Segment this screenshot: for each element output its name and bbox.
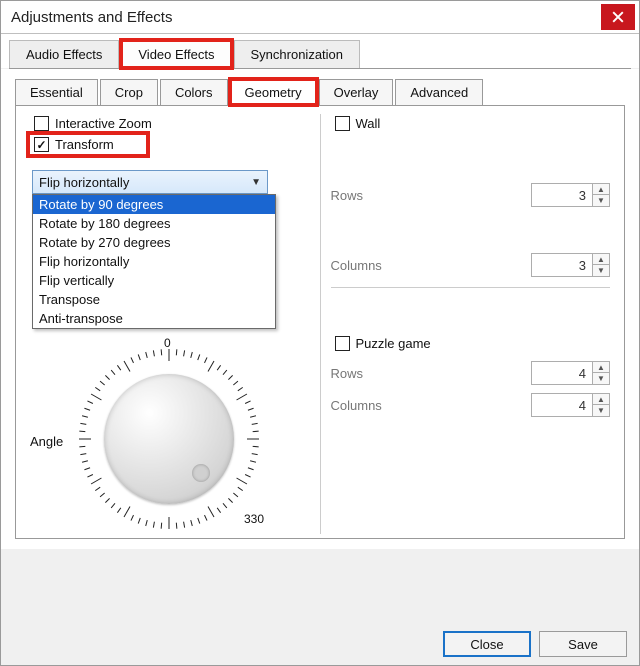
wall-columns-spin[interactable]: 3 ▲▼ xyxy=(531,253,610,277)
transform-combo[interactable]: Flip horizontally ▼ Rotate by 90 degrees… xyxy=(32,170,268,194)
interactive-zoom-row[interactable]: Interactive Zoom xyxy=(30,114,310,133)
transform-row[interactable]: Transform xyxy=(30,135,146,154)
transform-option[interactable]: Anti-transpose xyxy=(33,309,275,328)
puzzle-columns-value[interactable]: 4 xyxy=(532,398,592,413)
puzzle-rows-spin[interactable]: 4 ▲▼ xyxy=(531,361,610,385)
dial-knob[interactable] xyxy=(104,374,234,504)
spin-down-icon[interactable]: ▼ xyxy=(593,405,609,416)
subtab-crop[interactable]: Crop xyxy=(100,79,158,105)
main-tabstrip: Audio Effects Video Effects Synchronizat… xyxy=(1,34,639,68)
spin-down-icon[interactable]: ▼ xyxy=(593,373,609,384)
window-close-button[interactable] xyxy=(601,4,635,30)
subtab-essential[interactable]: Essential xyxy=(15,79,98,105)
subtab-geometry[interactable]: Geometry xyxy=(230,79,317,105)
transform-checkbox[interactable] xyxy=(34,137,49,152)
angle-dial[interactable]: 0 330 xyxy=(74,344,264,534)
transform-option[interactable]: Flip horizontally xyxy=(33,252,275,271)
wall-rows-spin[interactable]: 3 ▲▼ xyxy=(531,183,610,207)
close-button[interactable]: Close xyxy=(443,631,531,657)
wall-columns-value[interactable]: 3 xyxy=(532,258,592,273)
adjustments-effects-window: Adjustments and Effects Audio Effects Vi… xyxy=(0,0,640,666)
titlebar: Adjustments and Effects xyxy=(1,1,639,33)
wall-rows-label: Rows xyxy=(331,188,364,203)
spin-up-icon[interactable]: ▲ xyxy=(593,184,609,195)
tab-synchronization[interactable]: Synchronization xyxy=(234,40,361,68)
puzzle-row[interactable]: Puzzle game xyxy=(331,334,611,353)
wall-checkbox[interactable] xyxy=(335,116,350,131)
puzzle-label: Puzzle game xyxy=(356,336,431,351)
dial-indicator xyxy=(192,464,210,482)
transform-label: Transform xyxy=(55,137,114,152)
tab-audio-effects[interactable]: Audio Effects xyxy=(9,40,119,68)
puzzle-columns-field: Columns 4 ▲▼ xyxy=(331,393,611,417)
interactive-zoom-label: Interactive Zoom xyxy=(55,116,152,131)
save-button[interactable]: Save xyxy=(539,631,627,657)
transform-combo-box[interactable]: Flip horizontally ▼ xyxy=(32,170,268,194)
spin-down-icon[interactable]: ▼ xyxy=(593,265,609,276)
video-effects-subtabs: Essential Crop Colors Geometry Overlay A… xyxy=(1,69,639,106)
close-icon xyxy=(612,11,624,23)
subtab-advanced[interactable]: Advanced xyxy=(395,79,483,105)
chevron-down-icon: ▼ xyxy=(251,177,261,188)
transform-option[interactable]: Rotate by 180 degrees xyxy=(33,214,275,233)
wall-rows-value[interactable]: 3 xyxy=(532,188,592,203)
puzzle-columns-label: Columns xyxy=(331,398,382,413)
puzzle-rows-label: Rows xyxy=(331,366,364,381)
wall-columns-label: Columns xyxy=(331,258,382,273)
geometry-right-column: Wall Rows 3 ▲▼ Columns 3 ▲▼ xyxy=(320,114,611,534)
transform-combo-value: Flip horizontally xyxy=(39,175,129,190)
puzzle-rows-field: Rows 4 ▲▼ xyxy=(331,361,611,385)
transform-option[interactable]: Rotate by 90 degrees xyxy=(33,195,275,214)
wall-label: Wall xyxy=(356,116,381,131)
geometry-left-column: Interactive Zoom Transform Flip horizont… xyxy=(30,114,310,534)
rotate-angle-area: Angle 0 330 xyxy=(30,344,310,534)
puzzle-rows-value[interactable]: 4 xyxy=(532,366,592,381)
spin-up-icon[interactable]: ▲ xyxy=(593,254,609,265)
transform-option[interactable]: Rotate by 270 degrees xyxy=(33,233,275,252)
subtab-overlay[interactable]: Overlay xyxy=(319,79,394,105)
transform-option[interactable]: Transpose xyxy=(33,290,275,309)
geometry-panel: Interactive Zoom Transform Flip horizont… xyxy=(15,106,625,539)
transform-combo-list: Rotate by 90 degrees Rotate by 180 degre… xyxy=(32,194,276,329)
spin-up-icon[interactable]: ▲ xyxy=(593,394,609,405)
angle-label: Angle xyxy=(30,434,63,449)
dialog-footer: Close Save xyxy=(443,631,627,657)
wall-rows-field: Rows 3 ▲▼ xyxy=(331,183,611,207)
subtab-colors[interactable]: Colors xyxy=(160,79,228,105)
spin-up-icon[interactable]: ▲ xyxy=(593,362,609,373)
dial-tick-330: 330 xyxy=(244,512,264,526)
wall-columns-field: Columns 3 ▲▼ xyxy=(331,253,611,277)
tab-video-effects[interactable]: Video Effects xyxy=(121,40,231,68)
wall-row[interactable]: Wall xyxy=(331,114,611,133)
spin-down-icon[interactable]: ▼ xyxy=(593,195,609,206)
interactive-zoom-checkbox[interactable] xyxy=(34,116,49,131)
dial-tick-0: 0 xyxy=(164,336,171,350)
window-title: Adjustments and Effects xyxy=(11,9,172,26)
transform-option[interactable]: Flip vertically xyxy=(33,271,275,290)
puzzle-checkbox[interactable] xyxy=(335,336,350,351)
puzzle-columns-spin[interactable]: 4 ▲▼ xyxy=(531,393,610,417)
